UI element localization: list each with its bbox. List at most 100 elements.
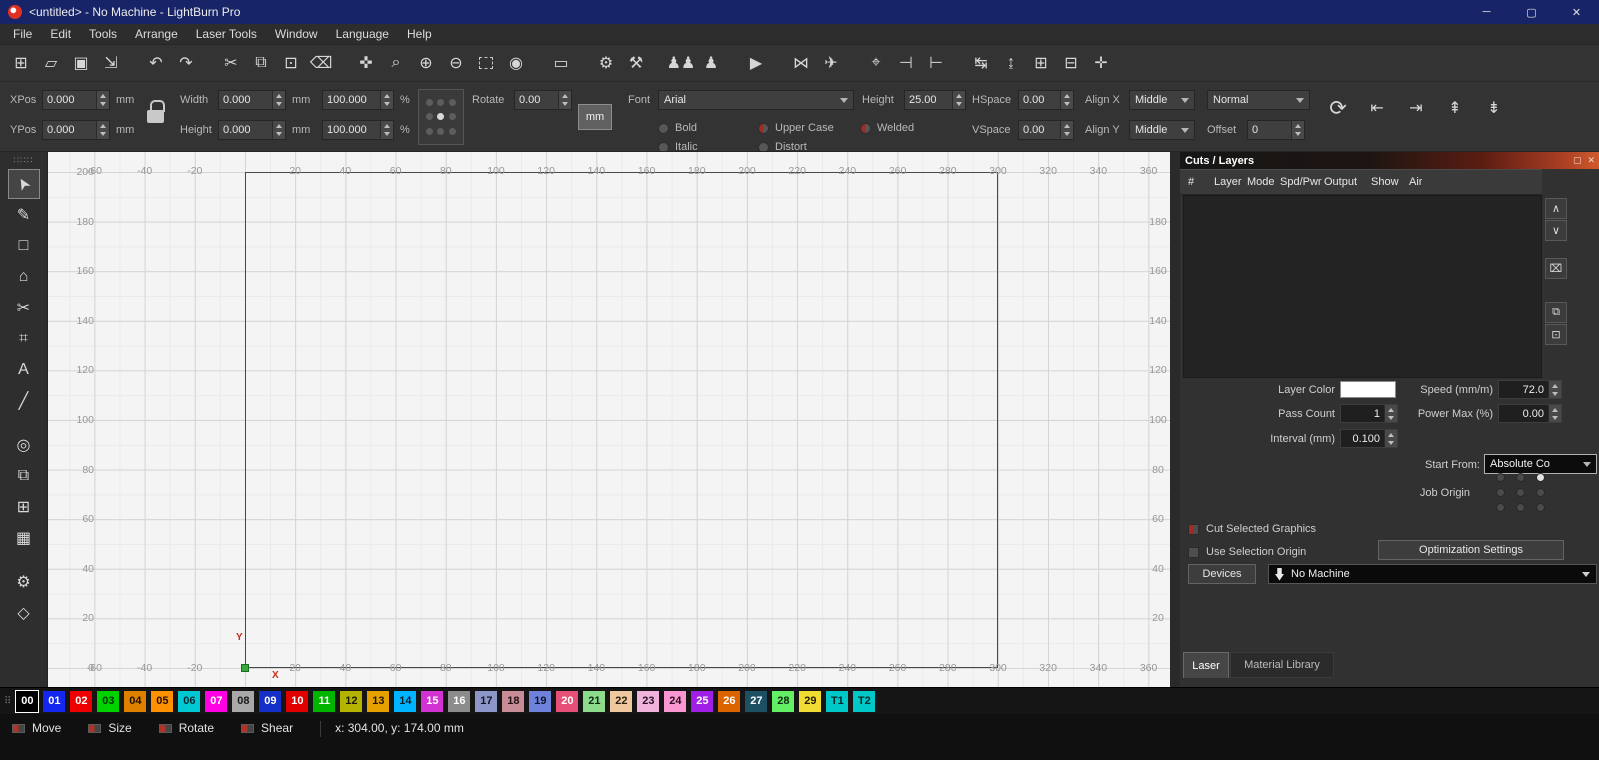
palette-color-24[interactable]: 24	[664, 690, 687, 712]
palette-color-14[interactable]: 14	[394, 690, 417, 712]
menu-laser-tools[interactable]: Laser Tools	[187, 27, 266, 41]
close-panel-button[interactable]: ✕	[1587, 155, 1595, 166]
units-toggle-button[interactable]: mm	[578, 104, 612, 130]
align-right-edges-button[interactable]: ⊢	[921, 49, 951, 77]
hspace-input[interactable]: 0.00	[1018, 90, 1074, 110]
text-height-spinner[interactable]	[952, 91, 965, 109]
anchor-dot-6[interactable]	[426, 128, 434, 136]
paste-button[interactable]: ⊡	[276, 49, 306, 77]
flip-horizontal-button[interactable]: ⋈	[786, 49, 816, 77]
palette-color-20[interactable]: 20	[556, 690, 579, 712]
distort-checkbox[interactable]	[758, 141, 769, 151]
palette-color-19[interactable]: 19	[529, 690, 552, 712]
distribute-vertical-button[interactable]: ↨	[996, 49, 1026, 77]
move-layer-up-button[interactable]: ∧	[1545, 198, 1567, 219]
zoom-out-button[interactable]: ⊖	[441, 49, 471, 77]
palette-color-26[interactable]: 26	[718, 690, 741, 712]
palette-color-04[interactable]: 04	[124, 690, 147, 712]
align-y-combo[interactable]: Middle	[1129, 120, 1195, 140]
upper-case-checkbox[interactable]	[758, 122, 769, 134]
height-input[interactable]: 0.000	[218, 120, 286, 140]
palette-color-28[interactable]: 28	[772, 690, 795, 712]
height-percent-input[interactable]: 100.000	[322, 120, 394, 140]
palette-color-11[interactable]: 11	[313, 690, 336, 712]
cut-button[interactable]: ✂	[216, 49, 246, 77]
mode-size-toggle[interactable]: Size	[88, 721, 132, 735]
anchor-dot-7[interactable]	[437, 128, 445, 136]
job-origin-dot-1[interactable]	[1515, 473, 1525, 482]
width-input[interactable]: 0.000	[218, 90, 286, 110]
vspace-spinner[interactable]	[1060, 121, 1073, 139]
layer-color-swatch[interactable]	[1340, 381, 1396, 398]
palette-color-21[interactable]: 21	[583, 690, 606, 712]
menu-edit[interactable]: Edit	[41, 27, 80, 41]
palette-color-29[interactable]: 29	[799, 690, 822, 712]
save-file-button[interactable]: ▣	[66, 49, 96, 77]
menu-language[interactable]: Language	[327, 27, 398, 41]
tab-material-library[interactable]: Material Library	[1230, 652, 1334, 678]
polygon-outline-tool-button[interactable]: ◇	[8, 598, 40, 628]
palette-color-27[interactable]: 27	[745, 690, 768, 712]
use-selection-origin-checkbox[interactable]	[1188, 546, 1199, 558]
push-apart-v-button[interactable]: ⇟	[1481, 94, 1507, 122]
open-file-button[interactable]: ▱	[36, 49, 66, 77]
optimization-settings-button[interactable]: Optimization Settings	[1378, 540, 1564, 560]
position-laser-button[interactable]: ⌖	[861, 49, 891, 77]
close-button[interactable]: ✕	[1554, 0, 1599, 24]
palette-color-05[interactable]: 05	[151, 690, 174, 712]
rectangle-tool-button[interactable]: □	[8, 231, 40, 261]
palette-color-01[interactable]: 01	[43, 690, 66, 712]
cut-selected-option[interactable]: Cut Selected Graphics	[1188, 520, 1316, 538]
palette-color-12[interactable]: 12	[340, 690, 363, 712]
pan-button[interactable]: ✜	[351, 49, 381, 77]
copy-layer-button[interactable]: ⧉	[1545, 302, 1567, 323]
palette-color-17[interactable]: 17	[475, 690, 498, 712]
menu-window[interactable]: Window	[266, 27, 327, 41]
screen-capture-button[interactable]: ▭	[546, 49, 576, 77]
float-panel-button[interactable]: ▢	[1573, 155, 1582, 166]
palette-color-03[interactable]: 03	[97, 690, 120, 712]
text-tool-button[interactable]: A	[8, 355, 40, 385]
palette-color-25[interactable]: 25	[691, 690, 714, 712]
paste-layer-button[interactable]: ⊡	[1545, 324, 1567, 345]
italic-checkbox[interactable]	[658, 141, 669, 151]
palette-color-10[interactable]: 10	[286, 690, 309, 712]
mode-move-toggle[interactable]: Move	[12, 721, 61, 735]
new-file-button[interactable]: ⊞	[6, 49, 36, 77]
pull-together-v-button[interactable]: ⇥	[1403, 94, 1429, 122]
select-tool-button[interactable]: ➤	[7, 169, 40, 199]
bold-checkbox[interactable]	[658, 122, 669, 134]
font-combo[interactable]: Arial	[658, 90, 854, 110]
copy-shapes-tool-button[interactable]: ⧉	[8, 461, 40, 491]
palette-color-13[interactable]: 13	[367, 690, 390, 712]
palette-color-16[interactable]: 16	[448, 690, 471, 712]
grid-array-button[interactable]: ⊞	[1026, 49, 1056, 77]
anchor-dot-0[interactable]	[426, 98, 434, 106]
width-percent-input[interactable]: 100.000	[322, 90, 394, 110]
anchor-dot-5[interactable]	[448, 113, 456, 121]
palette-color-00[interactable]: 00	[15, 689, 40, 713]
welded-checkbox[interactable]	[860, 122, 871, 134]
user-group-button[interactable]: ♟♟	[666, 49, 696, 77]
palette-color-T1[interactable]: T1	[826, 690, 849, 712]
job-origin-dot-5[interactable]	[1535, 488, 1545, 497]
interval-spinner[interactable]	[1384, 430, 1397, 447]
offset-input[interactable]: 0	[1247, 120, 1305, 140]
anchor-dot-3[interactable]	[426, 113, 434, 121]
text-height-input[interactable]: 25.00	[904, 90, 966, 110]
palette-color-07[interactable]: 07	[205, 690, 228, 712]
pass-count-spinner[interactable]	[1384, 405, 1397, 422]
menu-arrange[interactable]: Arrange	[126, 27, 187, 41]
distort-option[interactable]: Distort	[758, 137, 807, 151]
height-percent-spinner[interactable]	[380, 121, 393, 139]
sync-size-button[interactable]: ⟳	[1325, 94, 1351, 122]
move-layer-down-button[interactable]: ∨	[1545, 220, 1567, 241]
vspace-input[interactable]: 0.00	[1018, 120, 1074, 140]
palette-color-T2[interactable]: T2	[853, 690, 876, 712]
palette-color-18[interactable]: 18	[502, 690, 525, 712]
delete-button[interactable]: ⌫	[306, 49, 336, 77]
rotate-spinner[interactable]	[558, 91, 571, 109]
move-crosshair-button[interactable]: ✛	[1086, 49, 1116, 77]
job-origin-dot-0[interactable]	[1495, 473, 1505, 482]
job-origin-dot-3[interactable]	[1495, 488, 1505, 497]
